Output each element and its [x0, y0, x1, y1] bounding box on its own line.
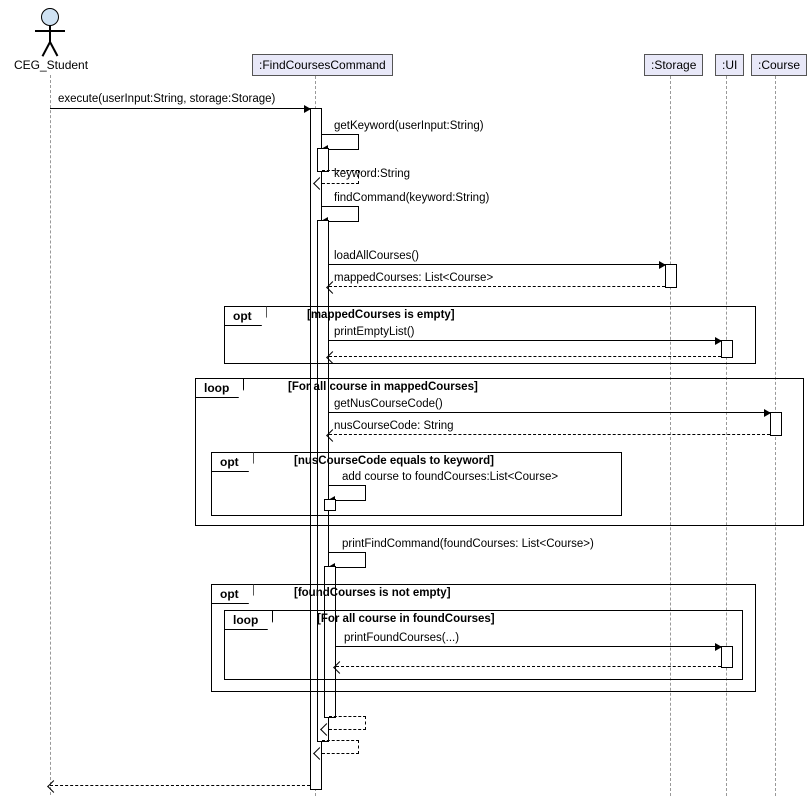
frag-tab-opt3: opt [211, 584, 254, 604]
arrow-getnus-ret [329, 434, 770, 435]
arrow-loadall-ret [329, 286, 665, 287]
guard-opt3: [foundCourses is not empty] [294, 587, 451, 599]
arrow-printfound [336, 646, 721, 647]
msg-getnus-ret: nusCourseCode: String [334, 420, 454, 432]
activation-addcourse [324, 499, 336, 511]
msg-execute: execute(userInput:String, storage:Storag… [58, 93, 275, 105]
actor-head [41, 8, 59, 26]
msg-printfind: printFindCommand(foundCourses: List<Cour… [342, 538, 594, 550]
arrow-printempty [329, 340, 721, 341]
activation-course-getnus [770, 412, 782, 436]
selfret-findcmd [322, 740, 359, 754]
frag-tab-opt2: opt [211, 452, 254, 472]
arrow-loadall [329, 264, 665, 265]
frag-tab-opt1: opt [224, 306, 267, 326]
activation-ui-printempty [721, 340, 733, 358]
actor-leg-r [49, 42, 58, 57]
msg-getkeyword: getKeyword(userInput:String) [334, 120, 484, 132]
msg-printfound: printFoundCourses(...) [344, 632, 459, 644]
arrow-execute-ret [50, 785, 310, 786]
activation-getkeyword [317, 148, 329, 172]
msg-keyword-ret: keyword:String [334, 168, 410, 180]
guard-opt1: [mappedCourses is empty] [307, 309, 455, 321]
frag-tab-loop1: loop [195, 378, 244, 398]
fragment-loop-found: loop [For all course in foundCourses] [224, 610, 743, 680]
lifeline-actor [50, 75, 51, 795]
actor-label: CEG_Student [14, 58, 88, 72]
guard-loop1: [For all course in mappedCourses] [288, 381, 478, 393]
actor-arm [35, 30, 65, 32]
participant-storage: :Storage [644, 54, 703, 76]
msg-printempty: printEmptyList() [334, 326, 415, 338]
arrow-execute [50, 108, 310, 109]
arrow-printempty-ret [329, 356, 721, 357]
participant-ui: :UI [715, 54, 744, 76]
fragment-opt-keyword: opt [nusCourseCode equals to keyword] [211, 452, 622, 516]
msg-addcourse: add course to foundCourses:List<Course> [342, 471, 558, 483]
msg-loadall-ret: mappedCourses: List<Course> [334, 272, 493, 284]
msg-getnus: getNusCourseCode() [334, 398, 443, 410]
selfret-printfind [329, 716, 366, 730]
activation-ui-printfound [721, 646, 733, 668]
msg-loadall: loadAllCourses() [334, 250, 419, 262]
arrow-getnus [329, 412, 770, 413]
actor-body [49, 25, 51, 43]
guard-loop2: [For all course in foundCourses] [317, 613, 495, 625]
msg-findcommand: findCommand(keyword:String) [334, 192, 489, 204]
guard-opt2: [nusCourseCode equals to keyword] [294, 455, 494, 467]
participant-course: :Course [751, 54, 807, 76]
participant-findcommand: :FindCoursesCommand [252, 54, 393, 76]
arrow-printfound-ret [336, 666, 721, 667]
frag-tab-loop2: loop [224, 610, 273, 630]
activation-storage-load [665, 264, 677, 288]
